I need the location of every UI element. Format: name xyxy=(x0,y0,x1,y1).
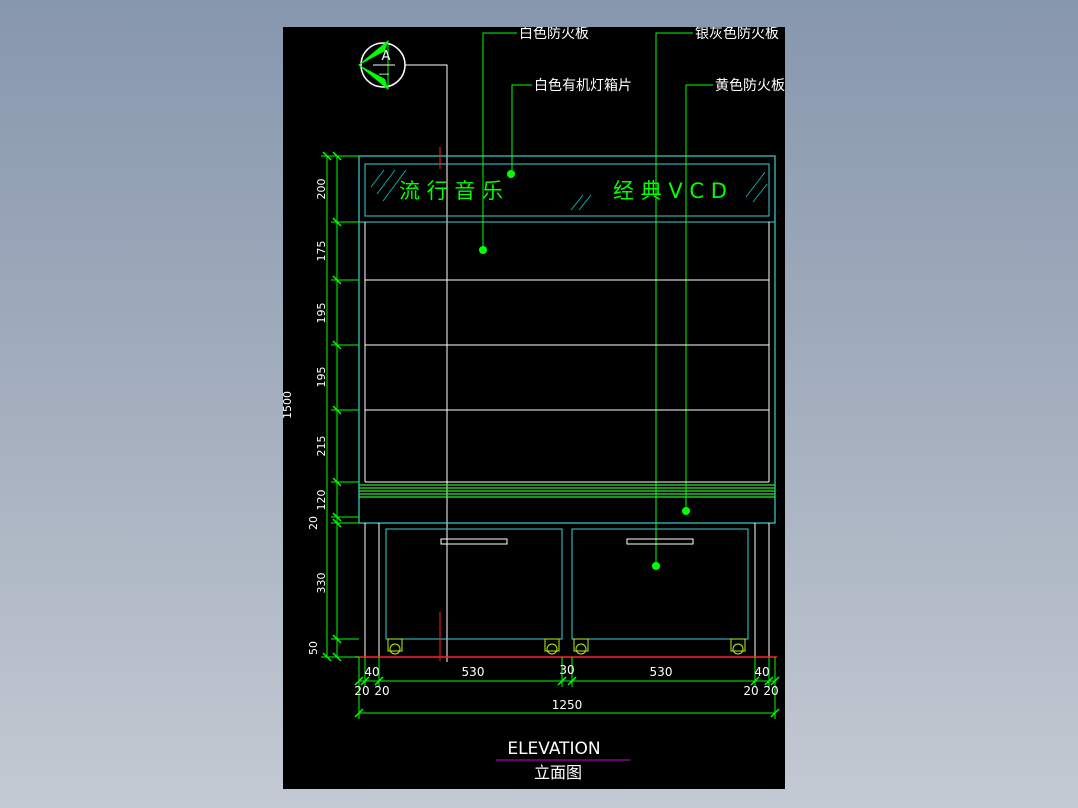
label-yellow-fireproof-board: 黄色防火板 xyxy=(715,77,785,94)
leader-dot-yellow-board xyxy=(682,507,690,515)
section-marker: A — xyxy=(358,39,448,662)
dim-v-175: 175 xyxy=(315,241,328,262)
vertical-dimensions: 200 175 195 195 215 120 20 330 50 1500 xyxy=(281,151,359,662)
dim-h-30: 30 xyxy=(559,663,574,677)
dim-v-20: 20 xyxy=(307,516,320,530)
leader-dot-silver-board xyxy=(652,562,660,570)
dim-h-20-a: 20 xyxy=(354,684,369,698)
dim-v-50: 50 xyxy=(307,641,320,655)
counter-edge-stripes xyxy=(359,484,775,498)
dim-h-1250: 1250 xyxy=(552,698,583,712)
sign-text-right: 经 典 V C D xyxy=(613,179,727,203)
caster-2 xyxy=(544,638,560,655)
elevation-drawing: A — 白色防火板 白色有机灯箱片 银灰色防火板 黄色防火板 流 行 音 乐 经… xyxy=(281,25,785,782)
caster-4 xyxy=(730,638,746,655)
dim-labels-vertical: 200 175 195 195 215 120 20 330 50 1500 xyxy=(281,179,328,656)
dim-v-1500: 1500 xyxy=(283,391,294,419)
dim-v-215: 215 xyxy=(315,436,328,457)
cabinet-outer-frame xyxy=(358,155,776,524)
dim-v-330: 330 xyxy=(315,573,328,594)
casters xyxy=(387,638,746,655)
dim-v-120: 120 xyxy=(315,490,328,511)
dim-v-200: 200 xyxy=(315,179,328,200)
drawing-canvas: A — 白色防火板 白色有机灯箱片 银灰色防火板 黄色防火板 流 行 音 乐 经… xyxy=(281,25,785,789)
dim-h-20-b: 20 xyxy=(374,684,389,698)
leader-dot-white-board xyxy=(479,246,487,254)
dim-h-530-right: 530 xyxy=(650,665,673,679)
leader-lightbox xyxy=(511,84,532,173)
caster-1 xyxy=(387,638,403,655)
drawer-right xyxy=(571,528,749,640)
sign-text-left: 流 行 音 乐 xyxy=(399,179,503,203)
leader-silver-board xyxy=(655,32,693,566)
drawer-left-handle xyxy=(440,538,508,545)
drawer-right-handle xyxy=(626,538,694,545)
title-block: ELEVATION 立面图 xyxy=(496,739,630,782)
drawing-title: ELEVATION xyxy=(507,739,600,759)
label-silver-fireproof-board: 银灰色防火板 xyxy=(695,27,779,42)
dim-v-195b: 195 xyxy=(315,367,328,388)
drawing-subtitle: 立面图 xyxy=(534,763,582,782)
dim-h-40-right: 40 xyxy=(754,665,769,679)
dim-h-530-left: 530 xyxy=(462,665,485,679)
section-marker-sub: — xyxy=(379,67,390,80)
section-cut-line xyxy=(405,64,448,662)
leader-dot-lightbox xyxy=(507,170,515,178)
shelves xyxy=(365,279,769,483)
dim-h-20-d: 20 xyxy=(763,684,778,698)
dim-labels-h: 40 530 30 530 40 20 20 20 20 1250 xyxy=(354,663,778,712)
cabinet: 流 行 音 乐 经 典 V C D xyxy=(355,147,777,661)
label-white-lightbox-sheet: 白色有机灯箱片 xyxy=(534,77,632,94)
dim-v-195a: 195 xyxy=(315,303,328,324)
horizontal-dimensions: 40 530 30 530 40 20 20 20 20 1250 xyxy=(354,657,780,719)
section-marker-letter: A xyxy=(382,49,391,64)
dim-h-40-left: 40 xyxy=(364,665,379,679)
leader-yellow-board xyxy=(685,84,713,511)
caster-3 xyxy=(573,638,589,655)
dim-h-20-c: 20 xyxy=(743,684,758,698)
label-white-fireproof-board: 白色防火板 xyxy=(519,27,589,42)
drawer-left xyxy=(385,528,563,640)
